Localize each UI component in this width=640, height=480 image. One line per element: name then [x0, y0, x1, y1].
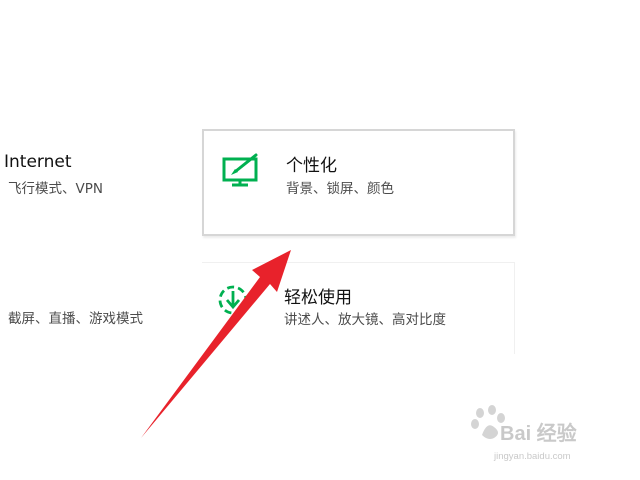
tile-title: Internet: [4, 152, 72, 172]
paintbrush-monitor-icon: [222, 153, 260, 191]
baidu-jingyan-watermark: Bai 经验 jingyan.baidu.com: [470, 405, 620, 475]
tile-subtitle: 飞行模式、VPN: [8, 181, 103, 197]
tile-title: 轻松使用: [284, 288, 352, 308]
tile-subtitle: 截屏、直播、游戏模式: [8, 311, 143, 327]
tile-title: 个性化: [286, 156, 337, 176]
watermark-site: jingyan.baidu.com: [494, 451, 571, 462]
tile-personalization[interactable]: 个性化 背景、锁屏、颜色: [202, 129, 515, 236]
tile-gaming[interactable]: 截屏、直播、游戏模式: [0, 280, 190, 350]
watermark-logo-text: Bai 经验: [500, 423, 577, 445]
tile-ease-of-access[interactable]: 轻松使用 讲述人、放大镜、高对比度: [202, 262, 515, 354]
ease-of-access-icon: [218, 281, 250, 321]
tile-subtitle: 背景、锁屏、颜色: [286, 181, 394, 197]
tile-network-internet[interactable]: Internet 飞行模式、VPN: [0, 140, 190, 210]
settings-page: Internet 飞行模式、VPN 截屏、直播、游戏模式 个性化 背景、锁屏、颜…: [0, 0, 640, 480]
tile-subtitle: 讲述人、放大镜、高对比度: [284, 312, 446, 328]
